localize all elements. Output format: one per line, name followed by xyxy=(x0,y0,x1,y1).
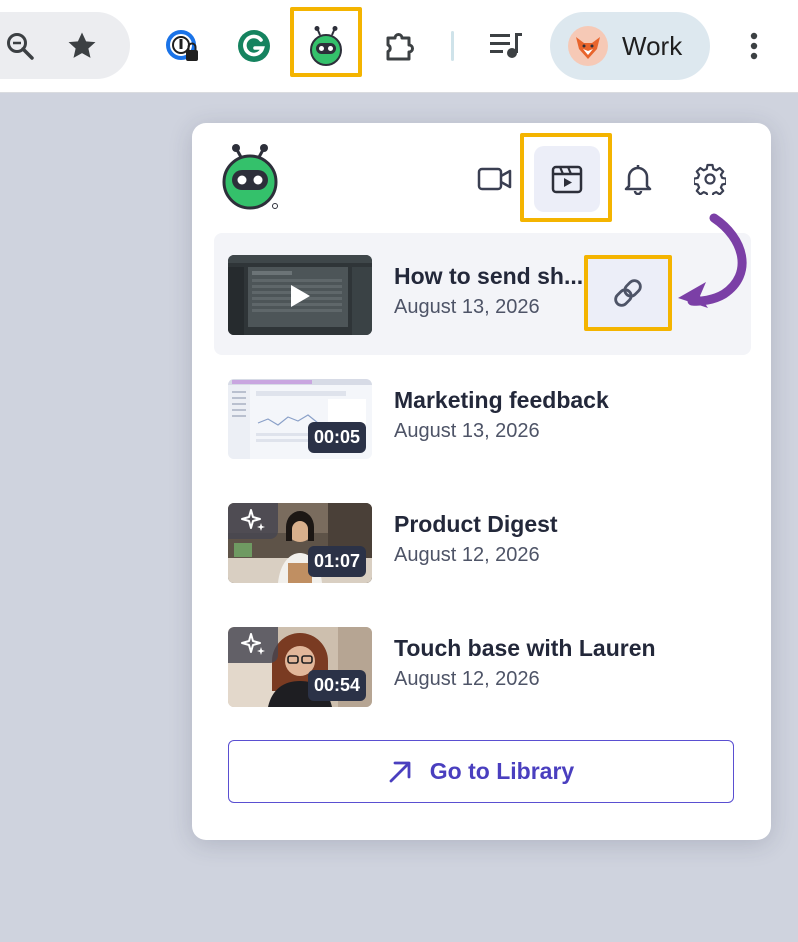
copy-link-highlight xyxy=(584,255,672,331)
video-row-4[interactable]: 00:54 Touch base with Lauren August 12, … xyxy=(214,605,751,727)
video-date: August 12, 2026 xyxy=(394,544,540,566)
sparkles-icon xyxy=(241,509,265,531)
go-to-library-button[interactable]: Go to Library xyxy=(228,740,734,803)
grammarly-icon[interactable] xyxy=(236,28,272,64)
annotation-arrow-icon xyxy=(678,213,747,308)
ai-sparkle-badge xyxy=(228,627,278,663)
video-date: August 13, 2026 xyxy=(394,296,540,318)
fox-avatar-icon xyxy=(568,26,608,66)
video-date: August 12, 2026 xyxy=(394,668,540,690)
play-icon xyxy=(291,285,310,307)
video-thumbnail[interactable]: 00:05 xyxy=(228,379,372,459)
profile-name: Work xyxy=(622,30,683,61)
video-row-3[interactable]: 01:07 Product Digest August 12, 2026 xyxy=(214,481,751,603)
video-thumbnail[interactable]: 00:54 xyxy=(228,627,372,707)
more-vert-icon[interactable] xyxy=(742,30,766,62)
video-thumbnail[interactable] xyxy=(228,255,372,335)
notifications-tab[interactable] xyxy=(605,146,671,212)
video-title: How to send sh... xyxy=(394,263,584,289)
video-camera-icon xyxy=(477,167,512,191)
extensions-puzzle-icon[interactable] xyxy=(382,28,418,64)
video-date: August 13, 2026 xyxy=(394,420,540,442)
loom-extension-icon[interactable] xyxy=(306,26,346,66)
go-to-library-label: Go to Library xyxy=(429,758,575,784)
zoom-out-icon[interactable] xyxy=(4,30,36,62)
video-title: Marketing feedback xyxy=(394,387,609,413)
video-row-2[interactable]: 00:05 Marketing feedback August 13, 2026 xyxy=(214,357,751,479)
browser-toolbar: Work xyxy=(0,0,798,93)
video-duration: 01:07 xyxy=(307,546,366,577)
bookmark-star-icon[interactable] xyxy=(64,28,100,64)
toolbar-divider xyxy=(451,31,454,61)
arrow-up-right-icon xyxy=(389,761,411,782)
bell-icon xyxy=(624,165,652,195)
loom-logo-icon xyxy=(218,143,282,213)
gear-icon xyxy=(694,163,726,195)
sparkles-icon xyxy=(241,633,265,655)
settings-tab[interactable] xyxy=(677,146,743,212)
library-tab-highlight xyxy=(520,133,612,222)
media-control-icon[interactable] xyxy=(488,30,524,62)
record-video-tab[interactable] xyxy=(462,146,528,212)
profile-chip[interactable]: Work xyxy=(550,12,710,80)
video-thumbnail[interactable]: 01:07 xyxy=(228,503,372,583)
video-duration: 00:05 xyxy=(307,422,366,453)
video-duration: 00:54 xyxy=(307,670,366,701)
video-title: Touch base with Lauren xyxy=(394,635,656,661)
password-manager-icon[interactable] xyxy=(164,28,202,66)
ai-sparkle-badge xyxy=(228,503,278,539)
video-title: Product Digest xyxy=(394,511,558,537)
